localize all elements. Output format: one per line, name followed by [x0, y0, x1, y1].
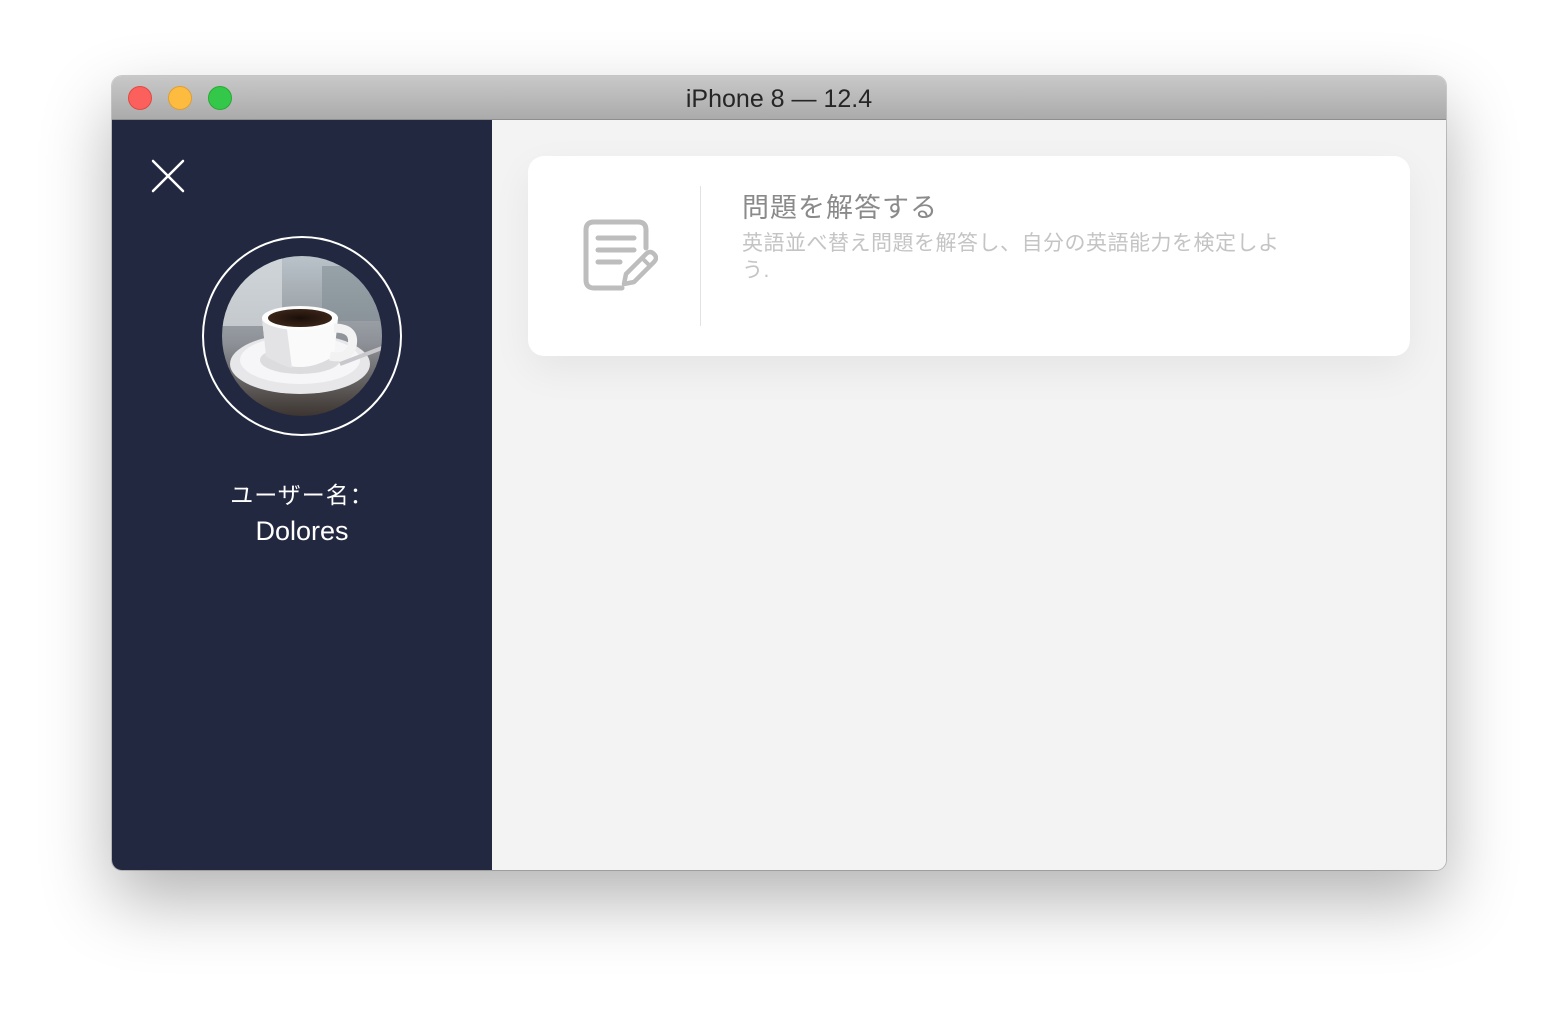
side-menu: ユーザー名： Dolores — [112, 120, 492, 870]
edit-document-icon — [582, 218, 659, 294]
close-menu-icon[interactable] — [150, 158, 186, 194]
username-value: Dolores — [255, 516, 349, 546]
card-divider — [700, 186, 701, 326]
main-content: 問題を解答する 英語並べ替え問題を解答し、自分の英語能力を検定しよう. — [492, 120, 1446, 870]
avatar[interactable] — [222, 256, 382, 416]
simulator-window: iPhone 8 — 12.4 ユーザー名： Dolores 問題を解答する 英… — [112, 76, 1446, 870]
title-bar[interactable]: iPhone 8 — 12.4 — [112, 76, 1446, 120]
username-label: ユーザー名： — [230, 482, 374, 508]
card-description: 英語並べ替え問題を解答し、自分の英語能力を検定しよう. — [742, 232, 1280, 282]
avatar-ring — [202, 236, 402, 436]
card-title: 問題を解答する — [742, 193, 938, 223]
window-title: iPhone 8 — 12.4 — [685, 85, 873, 113]
answer-questions-card[interactable]: 問題を解答する 英語並べ替え問題を解答し、自分の英語能力を検定しよう. — [528, 156, 1410, 356]
